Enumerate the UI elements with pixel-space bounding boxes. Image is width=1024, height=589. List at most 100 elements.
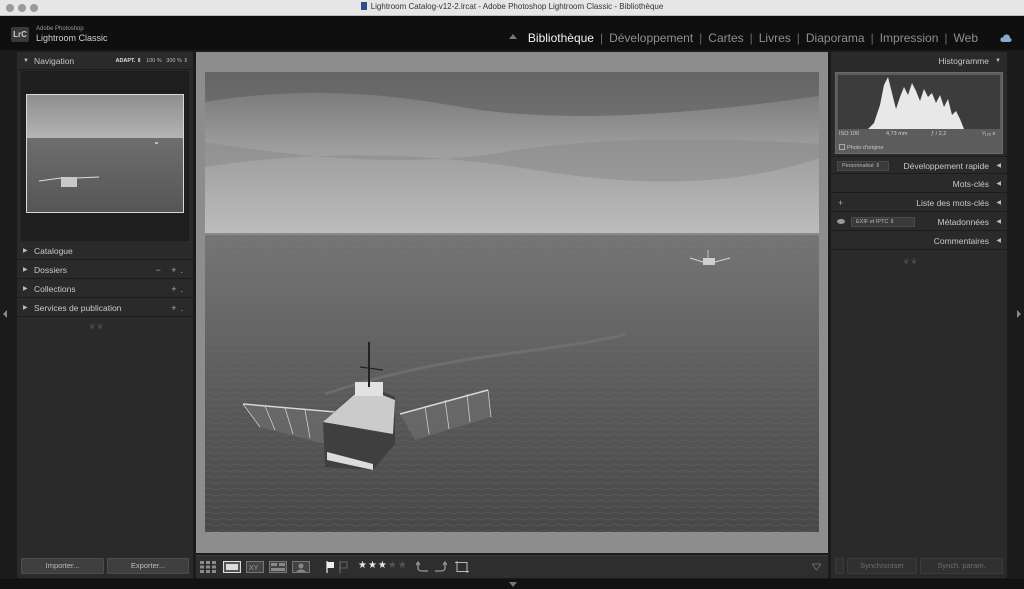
dossiers-label: Dossiers <box>34 265 68 275</box>
keyword-list-header[interactable]: + Liste des mots-clés ◀ <box>831 194 1007 212</box>
module-cartes[interactable]: Cartes <box>702 31 749 45</box>
module-bibliotheque[interactable]: Bibliothèque <box>522 31 600 45</box>
keywords-header[interactable]: Mots-clés ◀ <box>831 175 1007 193</box>
survey-view-icon[interactable] <box>269 561 287 573</box>
keywords-label: Mots-clés <box>952 179 989 189</box>
publish-services-label: Services de publication <box>34 303 122 313</box>
collapse-left-panel-icon[interactable] <box>3 310 7 318</box>
histogram-header[interactable]: Histogramme ▼ <box>831 52 1007 70</box>
star-rating[interactable]: ★★★★★ <box>358 560 408 571</box>
identity-plate: Adobe Photoshop Lightroom Classic <box>36 26 108 43</box>
publish-services-add-action[interactable]: +. <box>171 299 187 317</box>
catalogue-header[interactable]: ▶ Catalogue <box>17 242 193 260</box>
histogram-aperture: ƒ / 2,2 <box>931 131 947 137</box>
triangle-down-icon: ▼ <box>23 58 29 64</box>
expand-filmstrip-icon[interactable] <box>509 582 517 587</box>
rating-stars-off[interactable]: ★★ <box>388 560 408 571</box>
main-photo[interactable] <box>205 72 819 532</box>
saved-preset-value: Personnalisé <box>842 163 874 169</box>
main-photo-image <box>205 72 819 532</box>
export-button[interactable]: Exporter... <box>107 558 189 574</box>
flag-reject-icon[interactable] <box>339 561 348 573</box>
collapse-right-panel-icon[interactable] <box>1017 310 1021 318</box>
window-titlebar: Lightroom Catalog-v12-2.lrcat - Adobe Ph… <box>0 0 1024 16</box>
zoom-300-option[interactable]: 300 % ⇕ <box>166 58 188 64</box>
lrc-logo-icon: LrC <box>11 27 29 42</box>
metadata-label: Métadonnées <box>937 217 989 227</box>
grid-view-icon[interactable] <box>200 561 216 573</box>
loupe-view-icon[interactable] <box>223 561 241 573</box>
triangle-left-icon: ◀ <box>996 181 1001 187</box>
triangle-left-icon: ◀ <box>996 219 1001 225</box>
compare-view-icon[interactable]: XY <box>246 561 264 573</box>
people-view-icon[interactable] <box>292 561 310 573</box>
triangle-right-icon: ▶ <box>23 286 28 292</box>
collections-header[interactable]: ▶ Collections +. <box>17 280 193 298</box>
triangle-left-icon: ◀ <box>996 200 1001 206</box>
comments-header[interactable]: Commentaires ◀ <box>831 232 1007 250</box>
zoom-options: ADAPT. ⇕ 100 % 300 % ⇕ <box>115 52 188 70</box>
checkbox-icon[interactable] <box>839 144 845 150</box>
module-bar: LrC Adobe Photoshop Lightroom Classic Bi… <box>0 16 1024 50</box>
crop-overlay-icon[interactable] <box>455 561 469 573</box>
import-button[interactable]: Importer... <box>21 558 104 574</box>
module-developpement[interactable]: Développement <box>603 31 699 45</box>
panel-end-ornament-icon: ❦❦ <box>89 322 105 331</box>
loupe-view <box>196 52 828 553</box>
navigator-preview-area <box>21 71 189 241</box>
panel-end-ornament-icon: ❦❦ <box>903 257 919 266</box>
dossiers-actions[interactable]: − +. <box>155 261 187 279</box>
publish-services-header[interactable]: ▶ Services de publication +. <box>17 299 193 317</box>
navigation-header[interactable]: ▼ Navigation ADAPT. ⇕ 100 % 300 % ⇕ <box>17 52 193 70</box>
flag-pick-icon[interactable] <box>326 561 335 573</box>
cloud-sync-icon[interactable] <box>1000 34 1012 42</box>
toolbar-menu-icon[interactable] <box>812 563 821 571</box>
keyword-list-label: Liste des mots-clés <box>916 198 989 208</box>
collections-label: Collections <box>34 284 76 294</box>
window-title: Lightroom Catalog-v12-2.lrcat - Adobe Ph… <box>370 2 664 11</box>
histogram-graph[interactable] <box>838 75 1000 129</box>
triangle-left-icon: ◀ <box>996 163 1001 169</box>
zoom-fit-option[interactable]: ADAPT. ⇕ <box>115 58 141 64</box>
metadata-header[interactable]: EXIF et IPTC ⇕ Métadonnées ◀ <box>831 213 1007 231</box>
zoom-100-option[interactable]: 100 % <box>146 58 162 64</box>
add-keyword-icon[interactable]: + <box>838 194 843 212</box>
rotate-left-icon[interactable] <box>416 561 429 573</box>
quick-develop-header[interactable]: Personnalisé ⇕ Développement rapide ◀ <box>831 156 1007 174</box>
navigation-label: Navigation <box>34 56 75 66</box>
navigator-thumbnail[interactable] <box>26 94 184 213</box>
navigator-thumbnail-image <box>27 95 183 212</box>
module-impression[interactable]: Impression <box>874 31 945 45</box>
document-icon <box>360 2 367 10</box>
metadata-preset-dropdown[interactable]: EXIF et IPTC ⇕ <box>851 217 915 227</box>
sync-toggle-switch[interactable] <box>835 558 844 574</box>
original-photo-toggle[interactable]: Photo d'origine <box>839 144 884 151</box>
collections-add-action[interactable]: +. <box>171 280 187 298</box>
histogram-focal: 4,73 mm <box>886 131 908 137</box>
histogram-panel: ISO 100 4,73 mm ƒ / 2,2 ¹⁄₁₂₈ s Photo d'… <box>835 72 1003 154</box>
saved-preset-dropdown[interactable]: Personnalisé ⇕ <box>837 161 889 171</box>
catalogue-label: Catalogue <box>34 246 73 256</box>
module-picker: Bibliothèque | Développement | Cartes | Liv… <box>522 31 984 45</box>
triangle-down-icon: ▼ <box>995 58 1001 64</box>
eye-icon[interactable] <box>837 219 845 224</box>
histogram-label: Histogramme <box>938 56 989 66</box>
rotate-right-icon[interactable] <box>434 561 447 573</box>
metadata-preset-value: EXIF et IPTC <box>856 219 889 225</box>
histogram-shutter: ¹⁄₁₂₈ s <box>982 131 996 137</box>
dossiers-header[interactable]: ▶ Dossiers − +. <box>17 261 193 279</box>
sync-settings-button[interactable]: Synch. param. <box>920 558 1003 574</box>
collapse-top-panel-icon[interactable] <box>509 34 517 39</box>
rating-stars-on[interactable]: ★★★ <box>358 560 388 571</box>
left-panel: ▼ Navigation ADAPT. ⇕ 100 % 300 % ⇕ ▶ Ca… <box>17 52 193 578</box>
right-panel: Histogramme ▼ ISO 100 4,73 mm ƒ / 2,2 ¹⁄… <box>831 52 1007 578</box>
triangle-left-icon: ◀ <box>996 238 1001 244</box>
comments-label: Commentaires <box>933 236 989 246</box>
module-diaporama[interactable]: Diaporama <box>800 31 871 45</box>
identity-line1: Adobe Photoshop <box>36 26 84 32</box>
sync-button[interactable]: Synchroniser <box>847 558 917 574</box>
module-livres[interactable]: Livres <box>753 31 797 45</box>
triangle-right-icon: ▶ <box>23 305 28 311</box>
triangle-right-icon: ▶ <box>23 267 28 273</box>
module-web[interactable]: Web <box>948 31 984 45</box>
